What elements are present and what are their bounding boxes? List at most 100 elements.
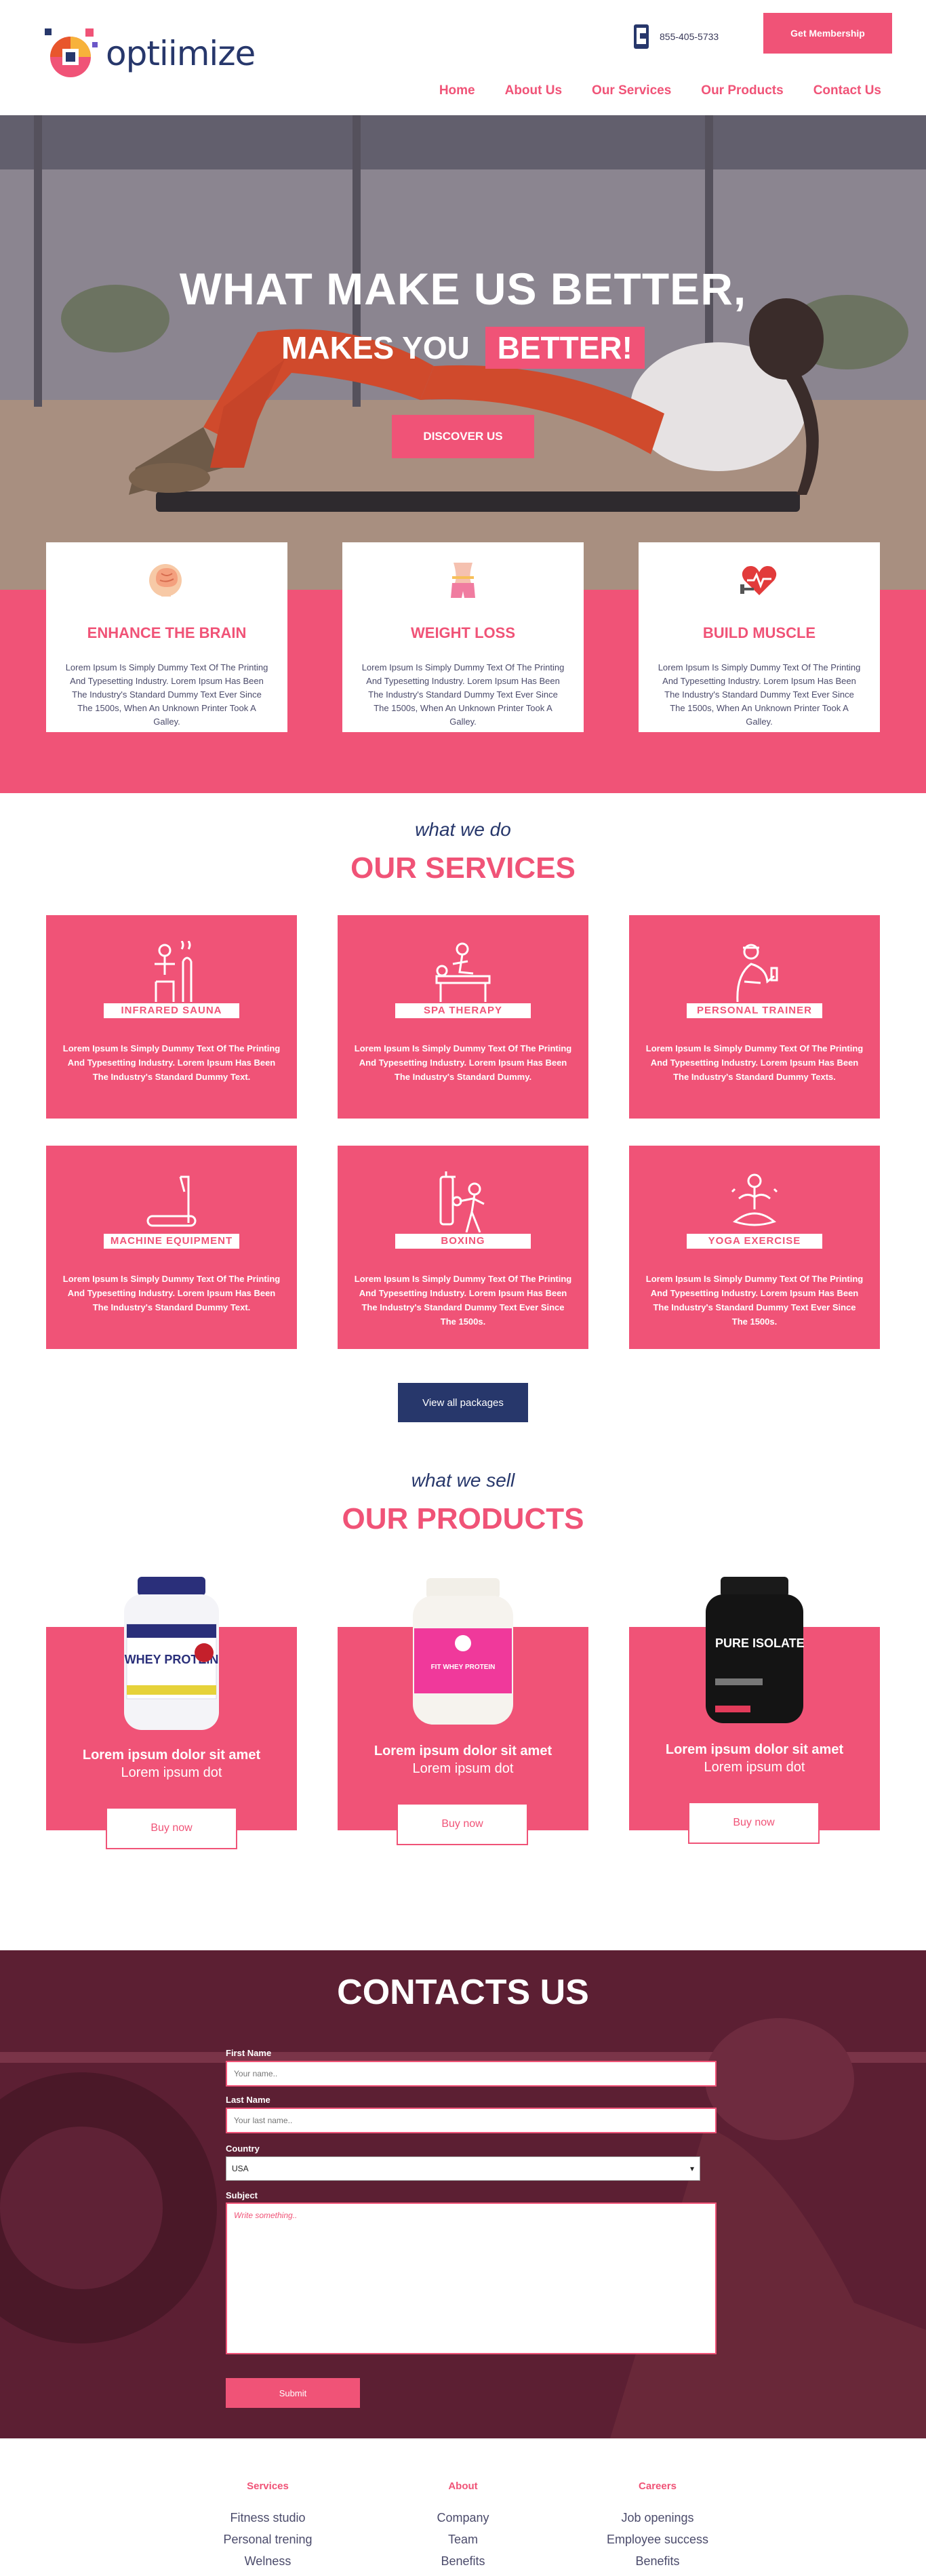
service-text: Lorem Ipsum Is Simply Dummy Text Of The …	[62, 1043, 281, 1082]
buy-now-button[interactable]: Buy now	[688, 1802, 820, 1844]
massage-icon	[435, 942, 491, 1002]
discover-us-button[interactable]: DISCOVER US	[392, 415, 534, 458]
hero-subtitle: MAKES YOU BETTER!	[0, 327, 926, 369]
buy-now-button[interactable]: Buy now	[106, 1807, 237, 1849]
footer-column-careers: Careers Job openings Employee success Be…	[576, 2480, 739, 2572]
brain-icon	[149, 564, 182, 597]
footer-heading: Careers	[639, 2480, 677, 2492]
footer-heading: Services	[247, 2480, 289, 2492]
hero-subtitle-prefix: MAKES YOU	[281, 330, 470, 365]
first-name-label: First Name	[226, 2048, 272, 2058]
feature-text: Lorem Ipsum Is Simply Dummy Text Of The …	[65, 662, 268, 727]
feature-title: BUILD MUSCLE	[702, 624, 816, 641]
product-name: Lorem ipsum dolor sit amet	[374, 1744, 552, 1758]
subject-placeholder: Write something..	[234, 2211, 298, 2220]
footer-link[interactable]: Team	[382, 2529, 544, 2550]
submit-button[interactable]: Submit	[226, 2378, 360, 2408]
contact-section: CONTACTS US First Name Last Name Country…	[0, 1950, 926, 2438]
feature-card-brain: ENHANCE THE BRAIN Lorem Ipsum Is Simply …	[46, 542, 287, 732]
view-all-packages-button[interactable]: View all packages	[398, 1383, 528, 1422]
nav-our-services[interactable]: Our Services	[592, 83, 671, 98]
sauna-icon	[155, 941, 193, 1002]
treadmill-icon	[146, 1175, 197, 1227]
phone-contact[interactable]: 855-405-5733	[632, 23, 719, 50]
footer-column-services: Services Fitness studio Personal trening…	[186, 2480, 349, 2572]
waist-icon	[451, 563, 475, 598]
services-title: OUR SERVICES	[350, 851, 576, 885]
site-header: optiimize 855-405-5733 Get Membership Ho…	[0, 0, 926, 115]
feature-text: Lorem Ipsum Is Simply Dummy Text Of The …	[361, 662, 565, 727]
service-text: Lorem Ipsum Is Simply Dummy Text Of The …	[645, 1274, 864, 1327]
product-subtitle: Lorem ipsum dot	[704, 1760, 805, 1775]
service-text: Lorem Ipsum Is Simply Dummy Text Of The …	[645, 1043, 864, 1082]
feature-title: WEIGHT LOSS	[411, 624, 515, 641]
subject-label: Subject	[226, 2190, 258, 2200]
country-select[interactable]: USA ▾	[226, 2156, 700, 2181]
jar-label: PURE ISOLATE	[715, 1636, 805, 1650]
whey-protein-image: WHEY PROTEIN	[124, 1577, 219, 1730]
service-label: INFRARED SAUNA	[104, 1003, 239, 1018]
get-membership-button[interactable]: Get Membership	[763, 13, 892, 54]
nav-our-products[interactable]: Our Products	[701, 83, 783, 98]
main-nav: Home About Us Our Services Our Products …	[409, 83, 881, 98]
service-card-boxing[interactable]: BOXING Lorem Ipsum Is Simply Dummy Text …	[338, 1146, 588, 1349]
hero-banner: WHAT MAKE US BETTER, MAKES YOU BETTER! D…	[0, 115, 926, 590]
nav-home[interactable]: Home	[439, 83, 475, 98]
product-subtitle: Lorem ipsum dot	[121, 1765, 222, 1780]
feature-card-build-muscle: BUILD MUSCLE Lorem Ipsum Is Simply Dummy…	[639, 542, 880, 732]
footer-link[interactable]: Fitness studio	[186, 2507, 349, 2529]
service-label: PERSONAL TRAINER	[687, 1003, 822, 1018]
yoga-icon	[731, 1173, 778, 1226]
nav-about-us[interactable]: About Us	[505, 83, 562, 98]
contact-background-photo	[0, 1950, 926, 2438]
service-label: MACHINE EQUIPMENT	[104, 1234, 239, 1249]
pink-whey-image: FIT WHEY PROTEIN	[413, 1578, 513, 1725]
phone-number: 855-405-5733	[660, 31, 719, 42]
phone-icon	[634, 24, 649, 49]
service-card-personal-trainer[interactable]: PERSONAL TRAINER Lorem Ipsum Is Simply D…	[629, 915, 880, 1119]
logo[interactable]: optiimize	[43, 24, 256, 83]
page: optiimize 855-405-5733 Get Membership Ho…	[0, 0, 926, 2576]
service-label: BOXING	[395, 1234, 531, 1249]
service-card-spa-therapy[interactable]: SPA THERAPY Lorem Ipsum Is Simply Dummy …	[338, 915, 588, 1119]
first-name-field[interactable]	[226, 2061, 717, 2087]
nav-contact-us[interactable]: Contact Us	[813, 83, 881, 98]
trainer-icon	[736, 944, 778, 1002]
service-card-machine-equipment[interactable]: MACHINE EQUIPMENT Lorem Ipsum Is Simply …	[46, 1146, 297, 1349]
footer-link[interactable]: Benefits	[576, 2550, 739, 2572]
product-subtitle: Lorem ipsum dot	[412, 1761, 514, 1776]
subject-textarea[interactable]: Write something..	[226, 2202, 717, 2354]
hero-subtitle-highlight: BETTER!	[485, 327, 645, 369]
product-name: Lorem ipsum dolor sit amet	[665, 1742, 844, 1757]
last-name-label: Last Name	[226, 2095, 270, 2105]
services-pretitle: what we do	[415, 819, 511, 840]
boxing-icon	[439, 1171, 485, 1232]
hero-title: WHAT MAKE US BETTER,	[179, 264, 747, 314]
service-text: Lorem Ipsum Is Simply Dummy Text Of The …	[354, 1043, 572, 1082]
service-text: Lorem Ipsum Is Simply Dummy Text Of The …	[62, 1274, 281, 1312]
service-card-yoga-exercise[interactable]: YOGA EXERCISE Lorem Ipsum Is Simply Dumm…	[629, 1146, 880, 1349]
footer-link[interactable]: Benefits	[382, 2550, 544, 2572]
feature-title: ENHANCE THE BRAIN	[87, 624, 247, 641]
pure-isolate-image: PURE ISOLATE	[706, 1577, 805, 1723]
footer-link[interactable]: Employee success	[576, 2529, 739, 2550]
chevron-down-icon: ▾	[689, 2164, 694, 2173]
footer-heading: About	[448, 2480, 478, 2492]
footer-link[interactable]: Company	[382, 2507, 544, 2529]
footer-link[interactable]: Personal trening	[186, 2529, 349, 2550]
last-name-field[interactable]	[226, 2108, 717, 2133]
heart-dumbbell-icon	[740, 566, 777, 595]
footer-column-about: About Company Team Benefits	[382, 2480, 544, 2572]
footer-link[interactable]: Welness	[186, 2550, 349, 2572]
products-title: OUR PRODUCTS	[342, 1502, 584, 1535]
country-value: USA	[232, 2164, 249, 2173]
service-card-infrared-sauna[interactable]: INFRARED SAUNA Lorem Ipsum Is Simply Dum…	[46, 915, 297, 1119]
logo-icon	[45, 28, 98, 77]
products-pretitle: what we sell	[411, 1470, 515, 1491]
feature-text: Lorem Ipsum Is Simply Dummy Text Of The …	[658, 662, 861, 727]
product-name: Lorem ipsum dolor sit amet	[82, 1748, 261, 1763]
footer-link[interactable]: Job openings	[576, 2507, 739, 2529]
service-label: SPA THERAPY	[395, 1003, 531, 1018]
jar-label: FIT WHEY PROTEIN	[431, 1664, 496, 1671]
buy-now-button[interactable]: Buy now	[397, 1803, 528, 1845]
